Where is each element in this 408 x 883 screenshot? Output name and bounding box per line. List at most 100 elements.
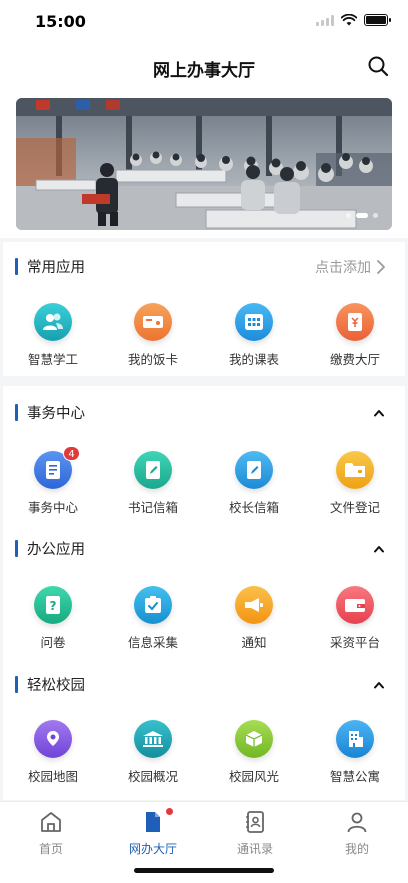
notification-dot xyxy=(166,808,173,815)
app-label: 我的课表 xyxy=(228,352,279,367)
section-title: 常用应用 xyxy=(27,260,85,276)
app-label: 事务中心 xyxy=(27,500,78,515)
cube-icon xyxy=(235,720,273,758)
edit-note-icon xyxy=(235,451,273,489)
question-icon: ? xyxy=(34,586,72,624)
grid-icon xyxy=(235,303,273,341)
app-tile-info-collection[interactable]: 信息采集 xyxy=(103,586,203,656)
common-apps-card: 常用应用 点击添加 智慧学工 我的饭卡 我的课表 缴费大厅 xyxy=(3,242,405,376)
app-tile-campus-scenery[interactable]: 校园风光 xyxy=(204,720,304,790)
app-label: 采资平台 xyxy=(329,635,380,650)
app-row: 校园地图 校园概况 校园风光 智慧公寓 xyxy=(3,720,405,790)
section-header: 办公应用 xyxy=(3,537,405,561)
app-label: 我的饭卡 xyxy=(127,352,178,367)
megaphone-icon xyxy=(235,586,273,624)
app-tile-smart-student[interactable]: 智慧学工 xyxy=(3,303,103,373)
app-label: 校园地图 xyxy=(27,769,78,784)
app-tile-procurement-platform[interactable]: 采资平台 xyxy=(305,586,405,656)
section-title: 办公应用 xyxy=(27,542,85,558)
app-tile-questionnaire[interactable]: ? 问卷 xyxy=(3,586,103,656)
app-tile-campus-overview[interactable]: 校园概况 xyxy=(103,720,203,790)
carousel-indicator[interactable] xyxy=(346,213,378,218)
app-label: 信息采集 xyxy=(127,635,178,650)
tab-label: 首页 xyxy=(38,842,63,856)
banner-carousel[interactable] xyxy=(16,98,392,230)
collapse-caret-icon[interactable] xyxy=(373,407,385,419)
app-label: 校园概况 xyxy=(127,769,178,784)
section-accent-bar xyxy=(15,676,18,693)
app-label: 缴费大厅 xyxy=(329,352,380,367)
home-indicator xyxy=(134,868,274,873)
status-icons xyxy=(316,14,391,26)
status-bar: 15:00 xyxy=(0,0,408,44)
wallet-icon xyxy=(336,586,374,624)
tab-contacts[interactable]: 通讯录 xyxy=(204,808,306,860)
wifi-icon xyxy=(341,14,357,26)
section-header: 常用应用 点击添加 xyxy=(3,255,405,279)
add-app-label: 点击添加 xyxy=(315,260,371,276)
tab-label: 通讯录 xyxy=(236,842,273,856)
search-icon[interactable] xyxy=(366,54,390,78)
payment-icon xyxy=(336,303,374,341)
section-accent-bar xyxy=(15,258,18,275)
app-header: 网上办事大厅 xyxy=(0,44,408,90)
app-row: 4 事务中心 书记信箱 校长信箱 文件登记 xyxy=(3,446,405,521)
person-icon xyxy=(347,812,367,833)
app-tile-file-registration[interactable]: 文件登记 xyxy=(305,451,405,521)
svg-text:?: ? xyxy=(50,599,57,613)
status-time: 15:00 xyxy=(35,12,86,31)
app-label: 校园风光 xyxy=(228,769,279,784)
home-icon xyxy=(41,812,61,832)
section-accent-bar xyxy=(15,540,18,557)
section-accent-bar xyxy=(15,404,18,421)
app-label: 文件登记 xyxy=(329,500,380,515)
page-title: 网上办事大厅 xyxy=(153,61,255,81)
app-label: 通知 xyxy=(241,635,267,650)
signal-icon xyxy=(316,14,334,26)
tab-mine[interactable]: 我的 xyxy=(306,808,408,860)
services-card: 事务中心 4 事务中心 书记信箱 校长信箱 文件登记 办公应用 ? 问卷 信息采… xyxy=(3,386,405,800)
edit-note-icon xyxy=(134,451,172,489)
app-tile-campus-map[interactable]: 校园地图 xyxy=(3,720,103,790)
section-title: 轻松校园 xyxy=(27,678,85,694)
tab-service-hall[interactable]: 网办大厅 xyxy=(102,808,204,860)
app-label: 智慧学工 xyxy=(27,352,78,367)
collapse-caret-icon[interactable] xyxy=(373,543,385,555)
app-tile-schedule[interactable]: 我的课表 xyxy=(204,303,304,373)
app-tile-secretary-mailbox[interactable]: 书记信箱 xyxy=(103,451,203,521)
section-header: 轻松校园 xyxy=(3,673,405,697)
app-label: 校长信箱 xyxy=(228,500,279,515)
carousel-dot-active[interactable] xyxy=(356,213,368,218)
building-icon xyxy=(134,720,172,758)
app-label: 问卷 xyxy=(40,635,66,650)
document-icon xyxy=(146,812,160,832)
carousel-dot[interactable] xyxy=(373,213,378,218)
banner-image xyxy=(16,98,392,230)
clipboard-check-icon xyxy=(134,586,172,624)
collapse-caret-icon[interactable] xyxy=(373,679,385,691)
app-row: 智慧学工 我的饭卡 我的课表 缴费大厅 xyxy=(3,303,405,373)
folder-icon xyxy=(336,451,374,489)
app-row: ? 问卷 信息采集 通知 采资平台 xyxy=(3,586,405,656)
tab-label: 我的 xyxy=(344,842,369,856)
card-icon xyxy=(134,303,172,341)
app-tile-smart-apartment[interactable]: 智慧公寓 xyxy=(305,720,405,790)
section-header: 事务中心 xyxy=(3,401,405,425)
chevron-right-icon xyxy=(377,260,385,274)
contacts-icon xyxy=(246,811,264,833)
app-tile-meal-card[interactable]: 我的饭卡 xyxy=(103,303,203,373)
apartment-icon xyxy=(336,720,374,758)
app-tile-president-mailbox[interactable]: 校长信箱 xyxy=(204,451,304,521)
notification-badge: 4 xyxy=(63,446,80,461)
app-label: 智慧公寓 xyxy=(329,769,380,784)
users-icon xyxy=(34,303,72,341)
app-tile-affairs-center[interactable]: 4 事务中心 xyxy=(3,446,103,521)
battery-icon xyxy=(364,14,391,26)
app-tile-notice[interactable]: 通知 xyxy=(204,586,304,656)
tab-home[interactable]: 首页 xyxy=(0,808,102,860)
app-tile-payment-hall[interactable]: 缴费大厅 xyxy=(305,303,405,373)
app-label: 书记信箱 xyxy=(127,500,178,515)
add-app-button[interactable]: 点击添加 xyxy=(315,257,385,277)
carousel-dot[interactable] xyxy=(346,213,351,218)
tab-label: 网办大厅 xyxy=(128,842,177,856)
